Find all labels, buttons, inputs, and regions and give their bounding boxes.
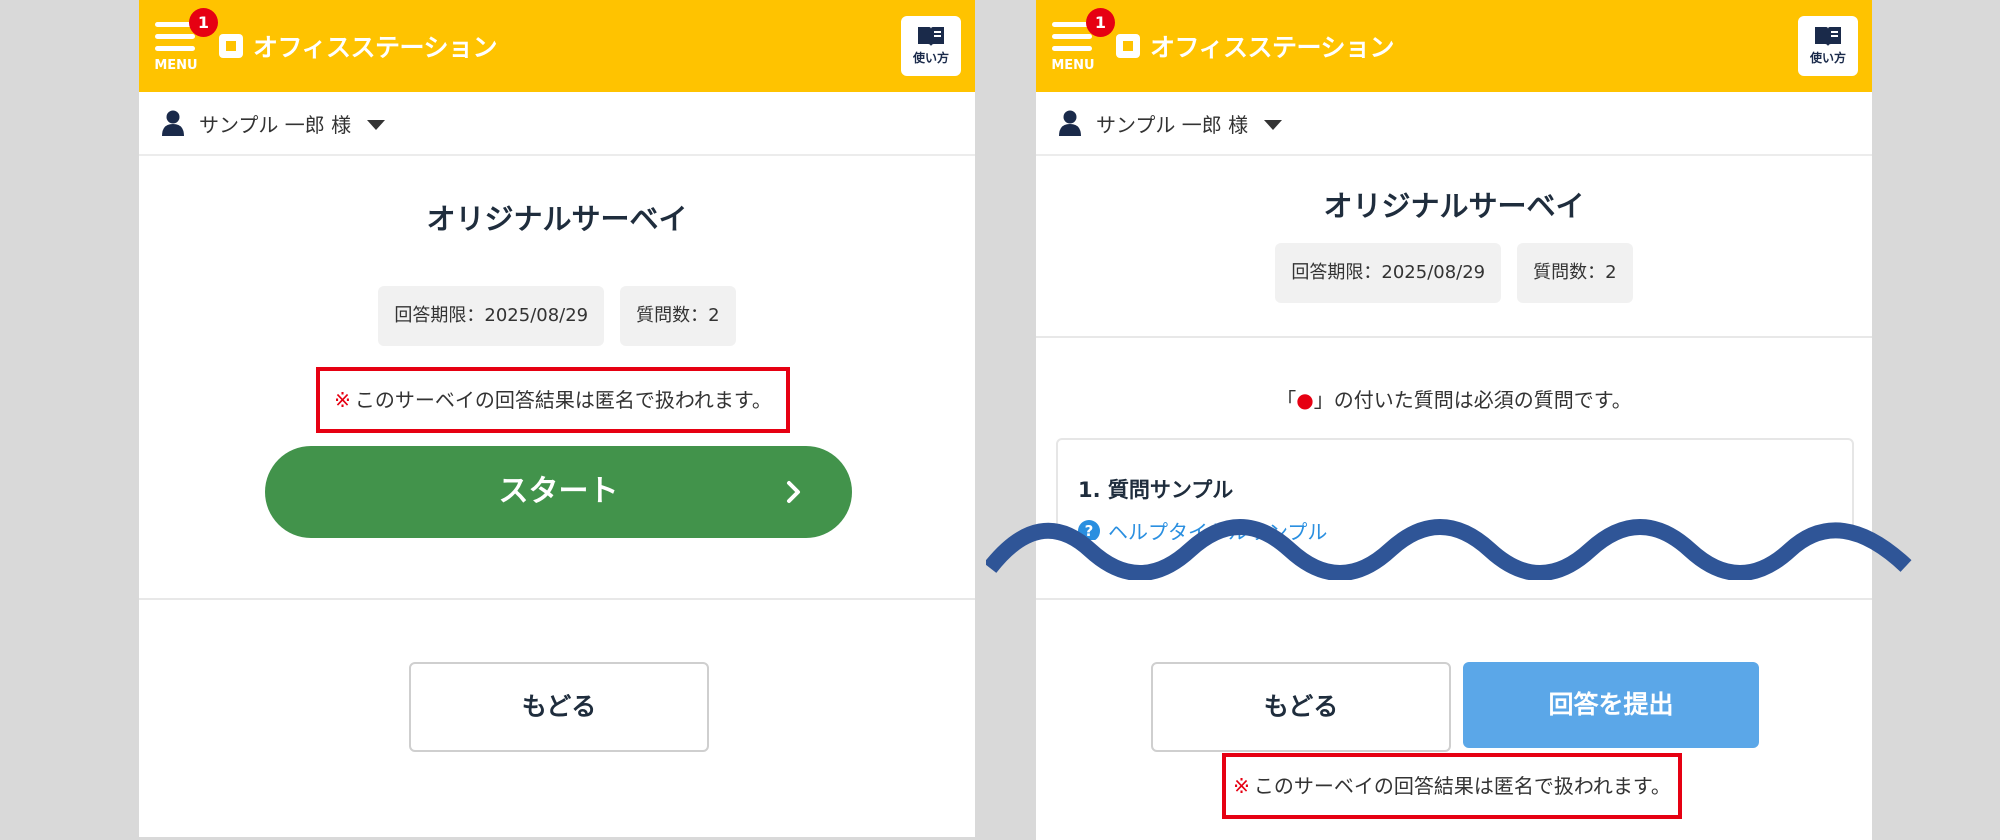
notification-badge: 1: [189, 8, 218, 37]
user-menu[interactable]: サンプル 一郎 様: [139, 92, 975, 156]
submit-button[interactable]: 回答を提出: [1463, 662, 1759, 748]
menu-label: MENU: [1051, 58, 1095, 73]
notice-mark: ※: [334, 388, 351, 412]
deadline-chip: 回答期限：2025/08/29: [1275, 243, 1502, 303]
survey-question-screen: MENU 1 オフィスステーション 使い方 サンプル 一郎 様 オリジナルサーベ…: [1036, 0, 1872, 840]
back-button[interactable]: もどる: [1151, 662, 1451, 752]
menu-button[interactable]: MENU 1: [153, 8, 218, 74]
app-header: MENU 1 オフィスステーション 使い方: [1036, 0, 1872, 92]
logo-text: オフィスステーション: [1150, 33, 1395, 62]
menu-button[interactable]: MENU 1: [1050, 8, 1115, 74]
question-title: 1. 質問サンプル: [1078, 478, 1234, 502]
user-name: サンプル 一郎 様: [199, 112, 352, 137]
chevron-right-icon: [787, 481, 800, 503]
user-icon: [162, 110, 184, 136]
divider: [1036, 336, 1872, 338]
survey-info: 回答期限：2025/08/29 質問数：2: [1036, 243, 1872, 303]
logo[interactable]: オフィスステーション: [1116, 30, 1395, 62]
guide-label: 使い方: [1809, 51, 1846, 65]
notice-text: このサーベイの回答結果は匿名で扱われます。: [1253, 774, 1671, 798]
notice-mark: ※: [1233, 774, 1250, 798]
user-name: サンプル 一郎 様: [1096, 112, 1249, 137]
start-label: スタート: [498, 474, 619, 509]
logo[interactable]: オフィスステーション: [219, 30, 498, 62]
user-icon: [1059, 110, 1081, 136]
caret-down-icon: [1264, 120, 1283, 130]
anonymous-notice: ※ このサーベイの回答結果は匿名で扱われます。: [316, 367, 790, 433]
logo-mark-icon: [219, 34, 243, 58]
divider: [1036, 598, 1872, 600]
caret-down-icon: [367, 120, 386, 130]
notification-badge: 1: [1086, 8, 1115, 37]
question-count-chip: 質問数：2: [1517, 243, 1633, 303]
guide-button[interactable]: 使い方: [1798, 16, 1858, 76]
required-dot: ●: [1296, 388, 1314, 412]
book-icon: [1815, 27, 1841, 46]
user-menu[interactable]: サンプル 一郎 様: [1036, 92, 1872, 156]
wave-cut-marker: [986, 519, 1912, 580]
notice-text: このサーベイの回答結果は匿名で扱われます。: [354, 388, 772, 412]
divider: [139, 598, 975, 600]
logo-mark-icon: [1116, 34, 1140, 58]
logo-text: オフィスステーション: [253, 33, 498, 62]
book-icon: [918, 27, 944, 46]
survey-title: オリジナルサーベイ: [426, 202, 688, 236]
guide-button[interactable]: 使い方: [901, 16, 961, 76]
survey-info: 回答期限：2025/08/29 質問数：2: [139, 286, 975, 346]
app-header: MENU 1 オフィスステーション 使い方: [139, 0, 975, 92]
question-count-chip: 質問数：2: [620, 286, 736, 346]
start-button[interactable]: スタート: [265, 446, 852, 538]
required-note: 「●」の付いた質問は必須の質問です。: [1036, 384, 1872, 413]
deadline-chip: 回答期限：2025/08/29: [378, 286, 605, 346]
anonymous-notice: ※ このサーベイの回答結果は匿名で扱われます。: [1222, 753, 1682, 819]
survey-title: オリジナルサーベイ: [1323, 189, 1585, 223]
survey-start-screen: MENU 1 オフィスステーション 使い方 サンプル 一郎 様 オリジナルサーベ…: [139, 0, 975, 837]
back-button[interactable]: もどる: [409, 662, 709, 752]
required-note-text: 」の付いた質問は必須の質問です。: [1313, 388, 1632, 412]
required-note-open: 「: [1276, 388, 1297, 412]
menu-label: MENU: [154, 58, 198, 73]
guide-label: 使い方: [912, 51, 949, 65]
